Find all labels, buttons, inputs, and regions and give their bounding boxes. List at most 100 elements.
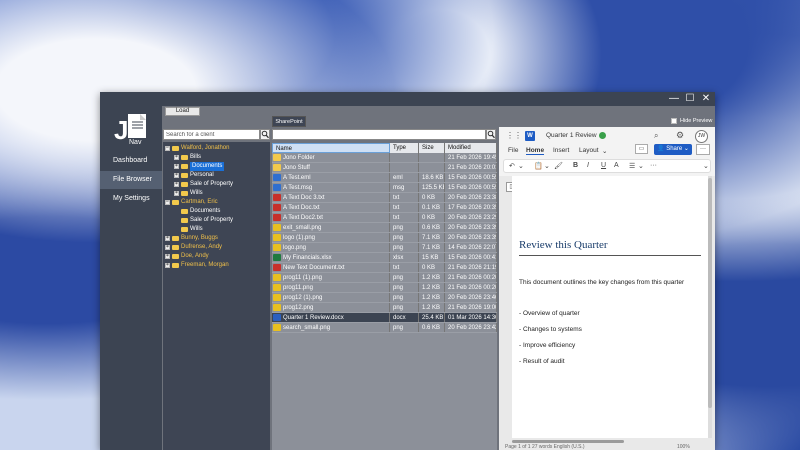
folder-node[interactable]: + Wills	[163, 189, 270, 198]
table-row[interactable]: A Test.msg msg 125.5 KB 15 Feb 2026 00:55	[272, 183, 497, 193]
nav-item-my-settings[interactable]: My Settings	[100, 190, 162, 208]
close-icon[interactable]: ✕	[701, 93, 711, 105]
cell-modified: 20 Feb 2026 23:38	[445, 193, 497, 202]
italic-button[interactable]: I	[587, 162, 589, 169]
maximize-icon[interactable]: ☐	[685, 93, 695, 105]
table-row[interactable]: search_small.png png 0.6 KB 20 Feb 2026 23:…	[272, 323, 497, 333]
column-header-modified[interactable]: Modified	[445, 143, 497, 153]
font-color-button[interactable]: A	[614, 162, 619, 169]
chevron-down-icon[interactable]: ⌄	[518, 162, 524, 170]
expand-icon[interactable]: +	[174, 173, 179, 178]
table-row[interactable]: A Text Doc2.txt txt 0 KB 20 Feb 2026 23:29	[272, 213, 497, 223]
expand-icon[interactable]: +	[165, 236, 170, 241]
scroll-thumb[interactable]	[708, 178, 712, 408]
comments-button[interactable]: ▭	[635, 144, 648, 154]
table-row[interactable]: Quarter 1 Review.docx docx 25.4 KB 01 Mar 2…	[272, 313, 497, 323]
client-node[interactable]: + Bunny, Buggs	[163, 234, 270, 243]
expand-icon[interactable]: +	[174, 182, 179, 187]
hide-preview-checkbox[interactable]	[671, 118, 677, 124]
more-options-button[interactable]: ···	[696, 144, 710, 155]
table-row[interactable]: prog11 (1).png png 1.2 KB 21 Feb 2026 00:20	[272, 273, 497, 283]
share-button[interactable]: 👤 Share ⌄	[654, 144, 692, 155]
client-node[interactable]: + Doe, Andy	[163, 252, 270, 261]
tab-insert[interactable]: Insert	[553, 147, 569, 154]
horizontal-scrollbar[interactable]	[512, 440, 624, 443]
table-row[interactable]: My Financials.xlsx xlsx 15 KB 15 Feb 2026 0…	[272, 253, 497, 263]
folder-node[interactable]: Wills	[163, 225, 270, 234]
tab-home[interactable]: Home	[526, 147, 545, 155]
column-header-type[interactable]: Type	[390, 143, 419, 153]
table-row[interactable]: logo.png png 7.1 KB 14 Feb 2026 22:07	[272, 243, 497, 253]
client-node[interactable]: + Freeman, Morgan	[163, 261, 270, 270]
table-row[interactable]: prog12 (1).png png 1.2 KB 20 Feb 2026 23:46	[272, 293, 497, 303]
clipboard-icon[interactable]: 📋	[534, 162, 543, 170]
table-row[interactable]: A Text Doc.txt txt 0.1 KB 17 Feb 2026 20:35	[272, 203, 497, 213]
avatar[interactable]: JW	[695, 130, 708, 143]
tab-file[interactable]: File	[508, 147, 518, 154]
table-row[interactable]: Jono Stuff 21 Feb 2026 20:01	[272, 163, 497, 173]
expand-icon[interactable]: +	[174, 191, 179, 196]
folder-node[interactable]: + Documents	[163, 162, 270, 171]
expand-icon[interactable]: +	[174, 164, 179, 169]
tab-layout[interactable]: Layout	[579, 147, 599, 154]
app-launcher-icon[interactable]: ⋮⋮	[506, 132, 522, 140]
search-icon[interactable]: ⌕	[654, 131, 658, 141]
png-file-icon	[273, 304, 281, 311]
tree-label: Dufrense, Andy	[181, 244, 223, 250]
more-ribbon-icon[interactable]: ···	[650, 162, 657, 169]
table-row[interactable]: A Test.eml eml 18.6 KB 15 Feb 2026 00:55	[272, 173, 497, 183]
chevron-down-icon[interactable]: ⌄	[602, 147, 607, 155]
client-node[interactable]: + Dufrense, Andy	[163, 243, 270, 252]
chevron-down-icon[interactable]: ⌄	[703, 162, 709, 170]
folder-node[interactable]: + Personal	[163, 171, 270, 180]
column-header-size[interactable]: Size	[419, 143, 445, 153]
document-page[interactable]: Review this Quarter This document outlin…	[512, 176, 708, 438]
folder-node[interactable]: + Bills	[163, 153, 270, 162]
table-row[interactable]: Jono Folder 21 Feb 2026 19:45	[272, 153, 497, 163]
folder-node[interactable]: Sale of Property	[163, 216, 270, 225]
client-search-input[interactable]	[163, 129, 260, 140]
expand-icon[interactable]: +	[165, 245, 170, 250]
nav-item-dashboard[interactable]: Dashboard	[100, 152, 162, 170]
document-name[interactable]: Quarter 1 Review	[546, 132, 597, 139]
collapse-icon[interactable]: −	[165, 146, 170, 151]
column-header-name[interactable]: Name	[272, 143, 390, 153]
vertical-scrollbar[interactable]	[708, 176, 712, 438]
table-row[interactable]: A Text Doc 3.txt txt 0 KB 20 Feb 2026 23:38	[272, 193, 497, 203]
expand-icon[interactable]: +	[174, 155, 179, 160]
table-row[interactable]: prog12.png png 1.2 KB 21 Feb 2026 19:00	[272, 303, 497, 313]
bold-button[interactable]: B	[573, 162, 578, 169]
file-name: search_small.png	[283, 325, 331, 331]
expand-icon[interactable]: +	[165, 263, 170, 268]
paragraph-icon[interactable]: ☰	[629, 162, 635, 170]
client-node[interactable]: − Walford, Jonathon	[163, 144, 270, 153]
expand-icon[interactable]: +	[165, 254, 170, 259]
tab-sharepoint[interactable]: SharePoint	[272, 116, 306, 127]
zoom-level[interactable]: 100%	[677, 444, 690, 450]
table-row[interactable]: prog11.png png 1.2 KB 21 Feb 2026 00:20	[272, 283, 497, 293]
folder-node[interactable]: Documents	[163, 207, 270, 216]
cell-name: prog11.png	[272, 283, 390, 292]
undo-icon[interactable]: ↶	[509, 162, 515, 170]
underline-button[interactable]: U	[601, 162, 606, 169]
table-row[interactable]: exit_small.png png 0.6 KB 20 Feb 2026 23:39	[272, 223, 497, 233]
cell-type	[390, 163, 419, 172]
table-row[interactable]: New Text Document.txt txt 0 KB 21 Feb 2026 …	[272, 263, 497, 273]
folder-node[interactable]: + Sale of Property	[163, 180, 270, 189]
table-row[interactable]: logo (1).png png 7.1 KB 20 Feb 2026 23:39	[272, 233, 497, 243]
client-search-button[interactable]	[260, 129, 270, 140]
hide-preview-toggle[interactable]: Hide Preview	[671, 118, 712, 124]
format-painter-icon[interactable]: 🖌	[554, 162, 563, 170]
cell-size: 25.4 KB	[419, 313, 445, 322]
minimize-icon[interactable]: —	[669, 93, 679, 105]
collapse-icon[interactable]: −	[165, 200, 170, 205]
load-button[interactable]: Load	[165, 107, 200, 116]
chevron-down-icon[interactable]: ⌄	[638, 162, 644, 170]
cell-type	[390, 153, 419, 162]
chevron-down-icon[interactable]: ⌄	[544, 162, 550, 170]
file-search-button[interactable]	[486, 129, 496, 140]
gear-icon[interactable]: ⚙	[676, 130, 684, 141]
client-node[interactable]: − Cartman, Eric	[163, 198, 270, 207]
file-search-input[interactable]	[272, 129, 486, 140]
nav-item-file-browser[interactable]: File Browser	[100, 171, 162, 189]
